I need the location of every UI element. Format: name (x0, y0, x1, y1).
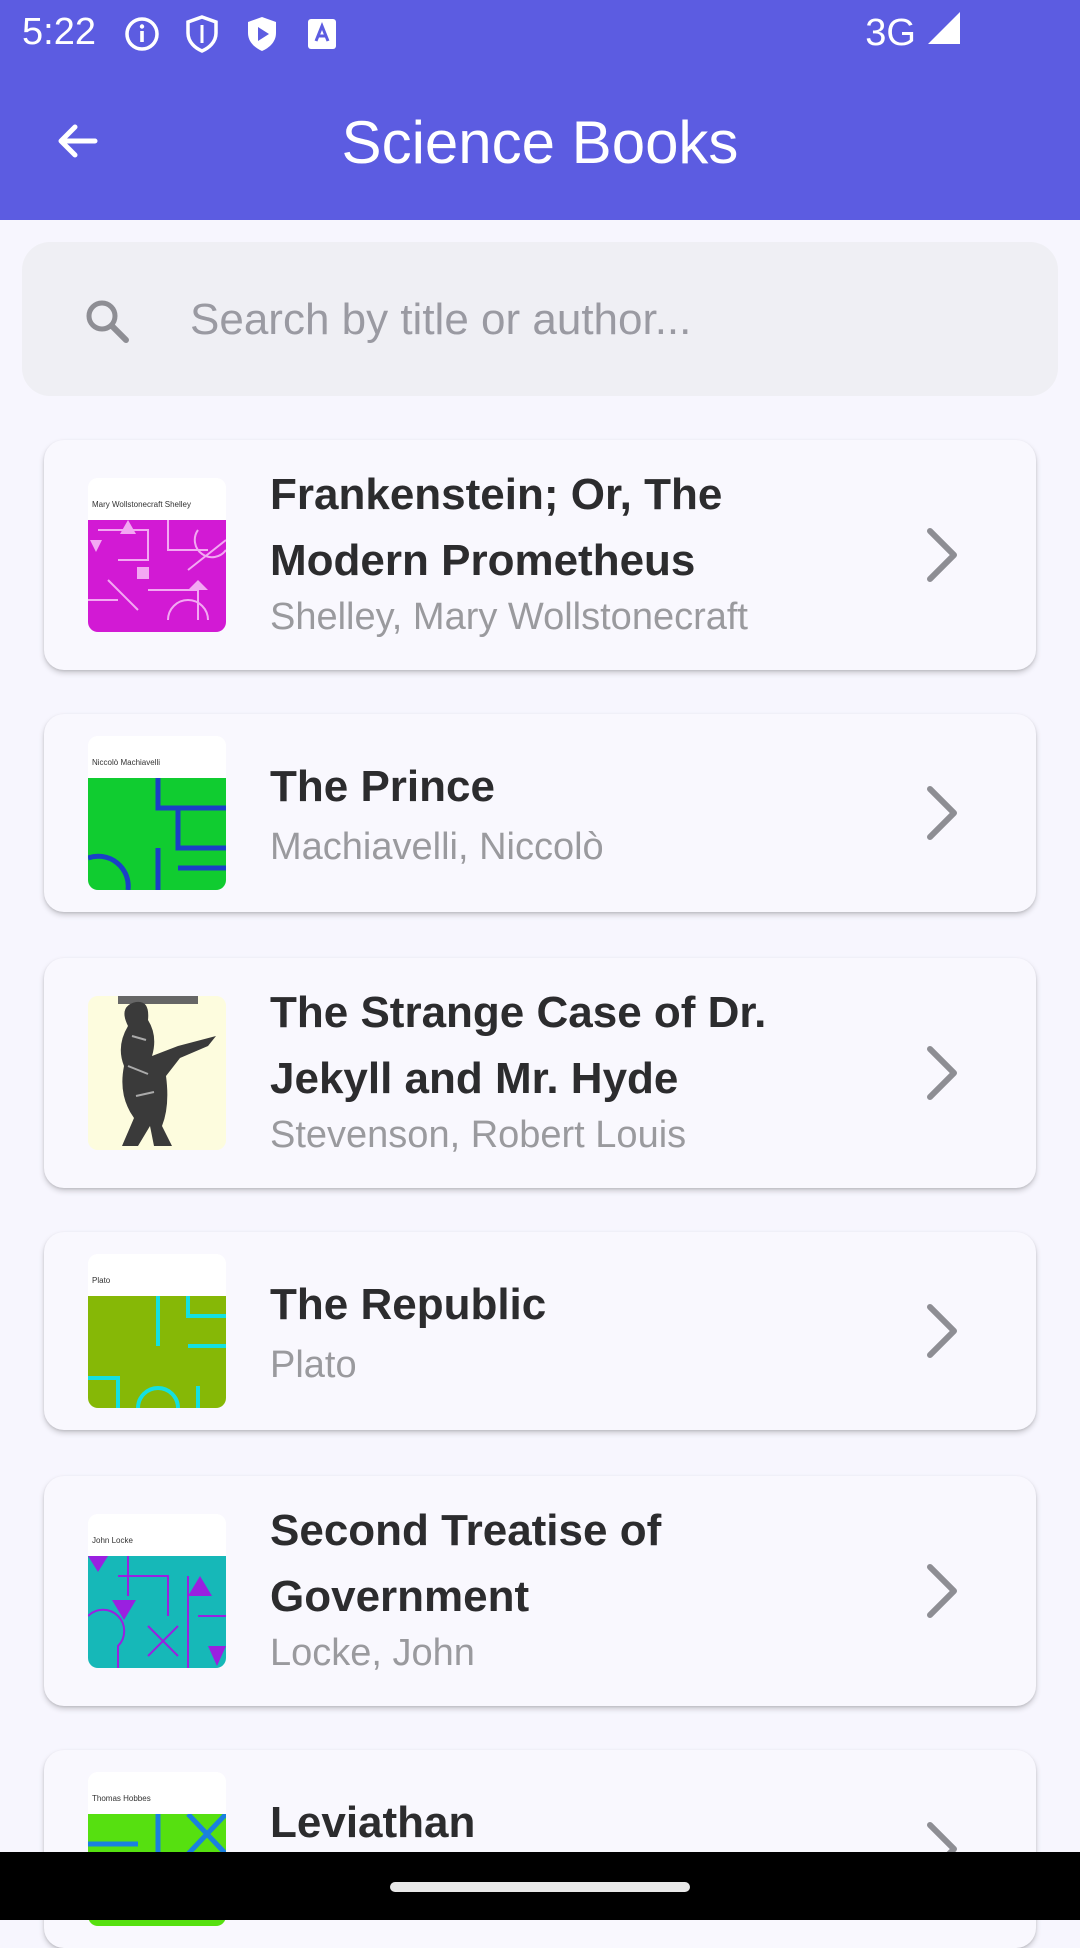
search-icon (86, 300, 129, 343)
network-label: 3G (865, 12, 916, 54)
home-gesture-handle[interactable] (390, 1882, 690, 1892)
book-author: Stevenson, Robert Louis (270, 1114, 687, 1156)
book-author: Shelley, Mary Wollstonecraft (270, 596, 748, 638)
cover-author: Thomas Hobbes (92, 1794, 151, 1803)
info-icon (122, 14, 162, 54)
cover-art (88, 1296, 226, 1408)
search-input[interactable] (188, 286, 1012, 354)
book-title: The Prince (270, 762, 495, 811)
book-author: Plato (270, 1344, 357, 1386)
cover-art (88, 520, 226, 632)
book-title: The Strange Case of Dr. Jekyll and Mr. H… (270, 988, 767, 1103)
book-title: Second Treatise of Government (270, 1506, 662, 1621)
book-card[interactable]: The Strange Case of Dr. Jekyll and Mr. H… (44, 958, 1036, 1188)
book-card[interactable]: Mary Wollstonecraft Shelley Frankenstein… (44, 440, 1036, 670)
cover-author: Mary Wollstonecraft Shelley (92, 500, 191, 509)
text-box-icon (302, 14, 342, 54)
chevron-right-icon (927, 786, 957, 840)
chevron-right-icon (927, 1046, 957, 1100)
cover-art (88, 1556, 226, 1668)
page-title: Science Books (341, 109, 739, 176)
cover-illustration (88, 996, 226, 1150)
book-card[interactable]: John Locke Second Treatise of Government… (44, 1476, 1036, 1706)
book-author: Locke, John (270, 1632, 475, 1674)
book-cover: Mary Wollstonecraft Shelley (88, 478, 226, 632)
system-nav-bar (0, 1852, 1080, 1920)
book-cover: Niccolò Machiavelli (88, 736, 226, 890)
chevron-right-icon (927, 1564, 957, 1618)
cover-author: Plato (92, 1276, 111, 1285)
app-bar: Science Books (0, 64, 1080, 220)
search-bar[interactable] (22, 242, 1058, 396)
status-bar: 5:22 3G (0, 0, 1080, 64)
signal-icon (926, 10, 962, 56)
play-shield-icon (242, 14, 282, 54)
book-title: Frankenstein; Or, The Modern Prometheus (270, 470, 723, 585)
book-author: Machiavelli, Niccolò (270, 826, 604, 868)
cover-art (88, 778, 226, 890)
book-card[interactable]: Niccolò Machiavelli The Prince Machiavel… (44, 714, 1036, 912)
status-time: 5:22 (22, 11, 96, 53)
status-right: 3G (865, 10, 962, 56)
book-title: The Republic (270, 1280, 547, 1329)
cover-author: Niccolò Machiavelli (92, 758, 161, 767)
chevron-right-icon (927, 1304, 957, 1358)
book-cover: John Locke (88, 1514, 226, 1668)
status-icons (122, 14, 342, 54)
shield-icon (182, 14, 222, 54)
chevron-right-icon (927, 528, 957, 582)
book-card[interactable]: Plato The Republic Plato (44, 1232, 1036, 1430)
book-title: Leviathan (270, 1798, 476, 1847)
book-cover (88, 996, 226, 1150)
cover-author: John Locke (92, 1536, 133, 1545)
book-cover: Plato (88, 1254, 226, 1408)
